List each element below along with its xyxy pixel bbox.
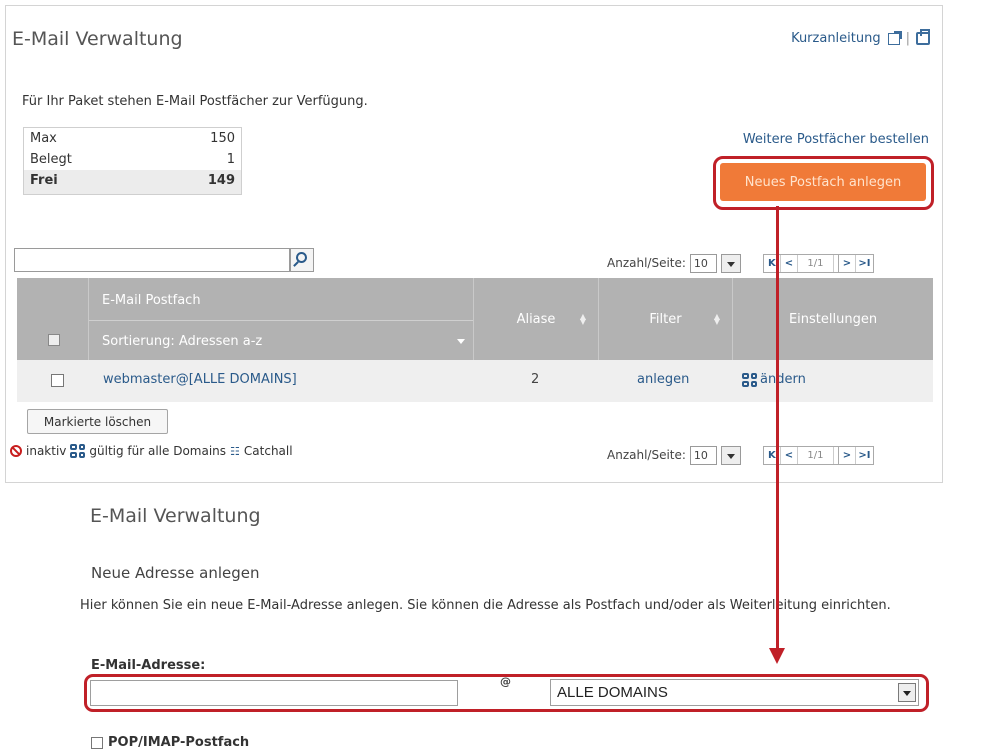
delete-selected-button[interactable]: Markierte löschen: [27, 409, 168, 434]
domain-select[interactable]: ALLE DOMAINS: [550, 679, 919, 706]
section-title: Neue Adresse anlegen: [91, 564, 260, 582]
search-button[interactable]: [290, 248, 314, 272]
stats-label: Max: [30, 131, 57, 146]
next-page-button[interactable]: >: [839, 254, 856, 272]
all-domains-icon: [742, 372, 757, 387]
last-page-button[interactable]: >I: [856, 447, 873, 464]
alias-count: 2: [531, 372, 540, 387]
table-row: webmaster@[ALLE DOMAINS] 2 anlegen änder…: [17, 360, 933, 402]
page-nav: K < 1/1 > >I: [762, 253, 874, 273]
per-page-label: Anzahl/Seite:: [607, 448, 686, 462]
stats-value: 149: [207, 173, 235, 188]
order-more-mailboxes-link[interactable]: Weitere Postfächer bestellen: [743, 132, 929, 147]
catchall-icon: ☷: [230, 444, 240, 458]
change-settings-link[interactable]: ändern: [742, 372, 806, 387]
pager-bottom: Anzahl/Seite: 10 K < 1/1 > >I: [607, 444, 874, 466]
search-icon: [296, 252, 307, 263]
row-checkbox[interactable]: [51, 374, 64, 387]
page-indicator: 1/1: [798, 254, 834, 272]
per-page-select[interactable]: 10: [689, 445, 717, 465]
package-info-text: Für Ihr Paket stehen E-Mail Postfächer z…: [22, 94, 368, 109]
prev-page-button[interactable]: <: [781, 446, 798, 464]
connector-arrow-line: [776, 206, 779, 653]
quick-guide-link[interactable]: Kurzanleitung: [791, 31, 881, 46]
sort-icon: ▲ ▼: [713, 312, 720, 326]
mailbox-address-link[interactable]: webmaster@[ALLE DOMAINS]: [103, 372, 297, 387]
mailbox-stats-table: Max 150 Belegt 1 Frei 149: [23, 127, 242, 195]
pop-imap-checkbox[interactable]: [91, 736, 103, 749]
legend-all-domains: gültig für alle Domains: [89, 444, 227, 458]
legend: inaktiv gültig für alle Domains ☷ Catcha…: [10, 444, 293, 458]
at-sign: @: [500, 675, 511, 688]
create-filter-link[interactable]: anlegen: [637, 372, 689, 387]
chevron-down-icon[interactable]: [720, 445, 741, 465]
sort-label: Sortierung: Adressen a-z: [102, 334, 263, 349]
mailbox-column-title: E-Mail Postfach: [102, 293, 201, 308]
chevron-down-icon[interactable]: [898, 683, 916, 702]
sort-icon: ▲ ▼: [579, 312, 586, 326]
chevron-down-icon[interactable]: [720, 253, 741, 273]
stats-row-used: Belegt 1: [24, 149, 241, 170]
per-page-label: Anzahl/Seite:: [607, 256, 686, 270]
stats-label: Frei: [30, 173, 58, 188]
inactive-icon: [10, 445, 22, 457]
last-page-button[interactable]: >I: [856, 255, 873, 272]
search-input[interactable]: [14, 248, 290, 272]
next-page-button[interactable]: >: [839, 446, 856, 464]
pop-imap-option: POP/IMAP-Postfach: [91, 735, 249, 750]
link-separator: |: [905, 31, 910, 46]
page-nav: K < 1/1 > >I: [762, 445, 874, 465]
change-settings-label: ändern: [760, 372, 806, 387]
stats-row-max: Max 150: [24, 128, 241, 149]
grid-header: E-Mail Postfach Sortierung: Adressen a-z…: [17, 278, 933, 360]
page-title: E-Mail Verwaltung: [12, 28, 183, 50]
legend-inactive: inaktiv: [26, 444, 67, 458]
stats-value: 150: [210, 131, 235, 146]
all-domains-icon: [70, 444, 86, 458]
external-link-icon[interactable]: [887, 30, 902, 45]
settings-header-label: Einstellungen: [788, 311, 878, 327]
print-icon[interactable]: [916, 29, 930, 45]
page-title: E-Mail Verwaltung: [90, 505, 261, 527]
email-local-part-input[interactable]: [90, 680, 458, 706]
page-indicator: 1/1: [798, 446, 834, 464]
mailbox-column-header: E-Mail Postfach Sortierung: Adressen a-z: [89, 278, 474, 360]
arrow-down-icon: [769, 648, 785, 664]
per-page-select[interactable]: 10: [689, 253, 717, 273]
email-address-label: E-Mail-Adresse:: [91, 658, 206, 673]
domain-selected-value: ALLE DOMAINS: [557, 684, 668, 701]
legend-catchall: Catchall: [243, 444, 293, 458]
new-mailbox-button[interactable]: Neues Postfach anlegen: [720, 163, 926, 201]
pager-top: Anzahl/Seite: 10 K < 1/1 > >I: [607, 252, 874, 274]
header-links: Kurzanleitung |: [791, 29, 930, 46]
aliase-header-label: Aliase: [516, 311, 556, 327]
select-all-checkbox[interactable]: [48, 334, 60, 346]
filter-header-label: Filter: [649, 311, 682, 327]
chevron-down-icon: [457, 339, 465, 344]
stats-row-free: Frei 149: [24, 170, 241, 194]
sort-select[interactable]: Sortierung: Adressen a-z: [89, 320, 473, 360]
stats-label: Belegt: [30, 152, 72, 167]
aliase-column-header[interactable]: Aliase ▲ ▼: [474, 278, 599, 360]
select-all-column: [17, 278, 89, 360]
settings-column-header: Einstellungen: [733, 278, 933, 360]
filter-column-header[interactable]: Filter ▲ ▼: [599, 278, 733, 360]
stats-value: 1: [226, 152, 235, 167]
prev-page-button[interactable]: <: [781, 254, 798, 272]
pop-imap-label: POP/IMAP-Postfach: [108, 735, 250, 750]
section-description: Hier können Sie ein neue E-Mail-Adresse …: [80, 598, 891, 613]
